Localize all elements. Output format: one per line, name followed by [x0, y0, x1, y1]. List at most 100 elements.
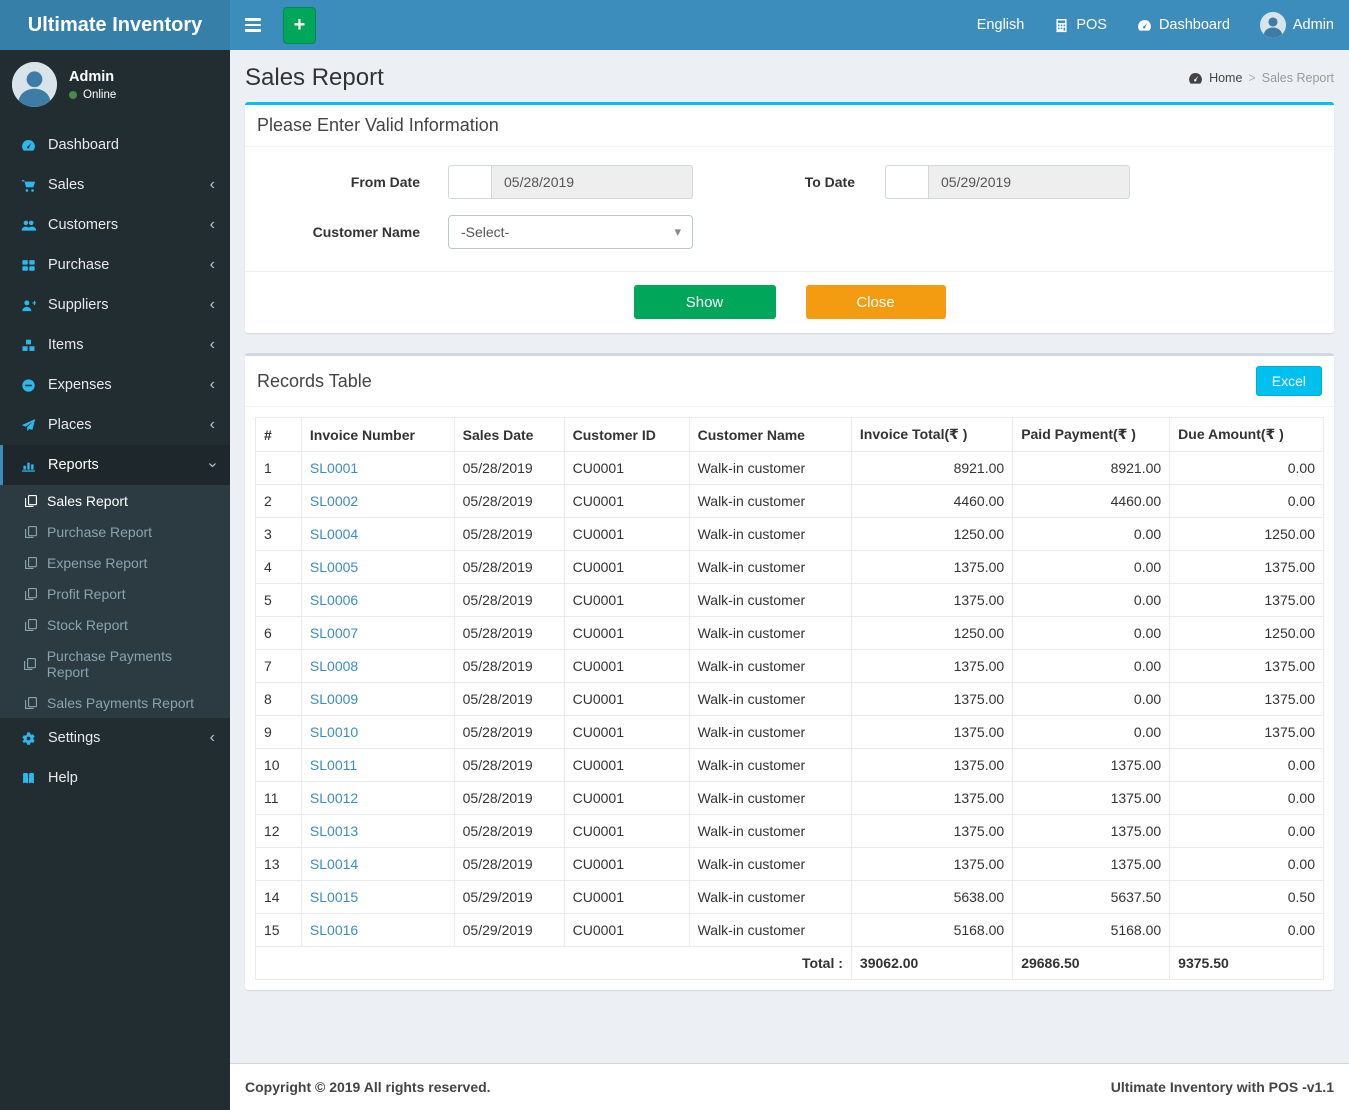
invoice-link[interactable]: SL0009: [310, 691, 358, 707]
filter-panel-title: Please Enter Valid Information: [245, 105, 1334, 147]
table-cell: Walk-in customer: [688, 649, 852, 683]
table-cell: CU0001: [563, 847, 690, 881]
total-due-amount: 9375.50: [1169, 946, 1324, 980]
brand-logo[interactable]: Ultimate Inventory: [0, 0, 230, 50]
invoice-link[interactable]: SL0010: [310, 724, 358, 740]
invoice-link[interactable]: SL0013: [310, 823, 358, 839]
column-header-invoice-number: Invoice Number: [300, 417, 455, 452]
cell-invoice: SL0005: [300, 550, 455, 584]
from-date-label: From Date: [350, 174, 420, 190]
table-cell: 10: [255, 748, 302, 782]
total-paid-amount: 29686.50: [1012, 946, 1171, 980]
user-plus-icon: [18, 298, 38, 313]
sidebar-subitem-purchase-payments-report[interactable]: Purchase Payments Report: [0, 640, 230, 687]
from-date-group: [448, 165, 693, 199]
table-cell: 1375.00: [850, 748, 1014, 782]
sidebar-item-label: Reports: [48, 457, 99, 473]
table-cell: 05/29/2019: [453, 913, 565, 947]
close-button[interactable]: Close: [805, 285, 946, 319]
invoice-link[interactable]: SL0011: [310, 757, 357, 773]
to-date-input[interactable]: [928, 165, 1130, 199]
sidebar-subitem-label: Profit Report: [47, 585, 126, 602]
calendar-icon: [448, 165, 491, 199]
table-cell: 1375.00: [850, 847, 1014, 881]
navbar-right: English POS Dashboard Admin: [962, 0, 1349, 50]
show-button[interactable]: Show: [633, 285, 776, 319]
sidebar-subitem-profit-report[interactable]: Profit Report: [0, 578, 230, 609]
sidebar-item-sales[interactable]: Sales ‹: [0, 165, 230, 205]
table-cell: 2: [255, 484, 302, 518]
sidebar-subitem-label: Purchase Payments Report: [46, 647, 172, 680]
table-cell: 05/28/2019: [453, 517, 565, 551]
table-cell: 05/28/2019: [453, 781, 565, 815]
cubes-icon: [18, 338, 38, 353]
nav-item-admin[interactable]: Admin: [1245, 0, 1349, 50]
sidebar-subitem-purchase-report[interactable]: Purchase Report: [0, 516, 230, 547]
table-cell: 13: [255, 847, 302, 881]
table-row: 7 SL0008 05/28/2019 CU0001 Walk-in customer 1…: [255, 649, 1324, 683]
table-cell: 1250.00: [1169, 517, 1324, 551]
sidebar-item-settings[interactable]: Settings ‹: [0, 718, 230, 758]
table-cell: 9: [255, 715, 302, 749]
invoice-link[interactable]: SL0008: [310, 658, 358, 674]
invoice-link[interactable]: SL0001: [310, 460, 358, 476]
customer-select[interactable]: -Select- ▾: [448, 215, 693, 249]
invoice-link[interactable]: SL0016: [310, 922, 358, 938]
table-cell: 1375.00: [850, 781, 1014, 815]
sidebar-subitem-stock-report[interactable]: Stock Report: [0, 609, 230, 640]
table-cell: 5638.00: [850, 880, 1014, 914]
sidebar-item-dashboard[interactable]: Dashboard: [0, 125, 230, 165]
table-row: 6 SL0007 05/28/2019 CU0001 Walk-in customer 1…: [255, 616, 1324, 650]
breadcrumb-home-link[interactable]: Home: [1209, 71, 1242, 85]
nav-item-pos[interactable]: POS: [1039, 0, 1122, 50]
cart-icon: [18, 178, 38, 193]
invoice-link[interactable]: SL0006: [310, 592, 358, 608]
table-row: 8 SL0009 05/28/2019 CU0001 Walk-in customer 1…: [255, 682, 1324, 716]
table-cell: 0.00: [1012, 715, 1171, 749]
table-cell: 1375.00: [1169, 715, 1324, 749]
excel-export-button[interactable]: Excel: [1255, 366, 1322, 396]
sidebar-item-customers[interactable]: Customers ‹: [0, 205, 230, 245]
table-cell: 1250.00: [1169, 616, 1324, 650]
cell-invoice: SL0012: [300, 781, 455, 815]
cell-invoice: SL0011: [300, 748, 455, 782]
table-cell: 8921.00: [850, 451, 1014, 485]
invoice-link[interactable]: SL0015: [310, 889, 358, 905]
table-cell: Walk-in customer: [688, 616, 852, 650]
nav-item-english[interactable]: English: [962, 0, 1040, 50]
sidebar-item-items[interactable]: Items ‹: [0, 325, 230, 365]
sidebar-item-label: Purchase: [48, 257, 110, 273]
sidebar-subitem-sales-report[interactable]: Sales Report: [0, 485, 230, 516]
sidebar-item-suppliers[interactable]: Suppliers ‹: [0, 285, 230, 325]
copy-icon: [22, 556, 39, 570]
sidebar-item-places[interactable]: Places ‹: [0, 405, 230, 445]
table-cell: 4: [255, 550, 302, 584]
column-header-sales-date: Sales Date: [453, 417, 565, 452]
to-date-group: [885, 165, 1130, 199]
sidebar-item-reports[interactable]: Reports ‹: [0, 445, 230, 485]
quick-add-button[interactable]: +: [283, 6, 316, 44]
grid-icon: [18, 258, 38, 273]
users-icon: [18, 218, 38, 233]
table-cell: CU0001: [563, 715, 690, 749]
footer-copyright: Copyright © 2019 All rights reserved.: [245, 1079, 491, 1095]
invoice-link[interactable]: SL0014: [310, 856, 358, 872]
table-cell: 05/28/2019: [453, 814, 565, 848]
from-date-input[interactable]: [491, 165, 693, 199]
table-cell: 1375.00: [850, 550, 1014, 584]
sidebar-subitem-expense-report[interactable]: Expense Report: [0, 547, 230, 578]
invoice-link[interactable]: SL0007: [310, 625, 358, 641]
invoice-link[interactable]: SL0005: [310, 559, 358, 575]
table-cell: 7: [255, 649, 302, 683]
nav-item-dashboard[interactable]: Dashboard: [1122, 0, 1245, 50]
invoice-link[interactable]: SL0004: [310, 526, 358, 542]
sidebar-item-purchase[interactable]: Purchase ‹: [0, 245, 230, 285]
invoice-link[interactable]: SL0002: [310, 493, 358, 509]
sidebar-item-expenses[interactable]: Expenses ‹: [0, 365, 230, 405]
hamburger-menu-icon[interactable]: [230, 0, 275, 50]
sidebar-subitem-sales-payments-report[interactable]: Sales Payments Report: [0, 687, 230, 718]
nav-item-label: Admin: [1292, 17, 1334, 33]
sidebar-item-help[interactable]: Help: [0, 758, 230, 798]
table-cell: 1375.00: [850, 715, 1014, 749]
invoice-link[interactable]: SL0012: [310, 790, 358, 806]
